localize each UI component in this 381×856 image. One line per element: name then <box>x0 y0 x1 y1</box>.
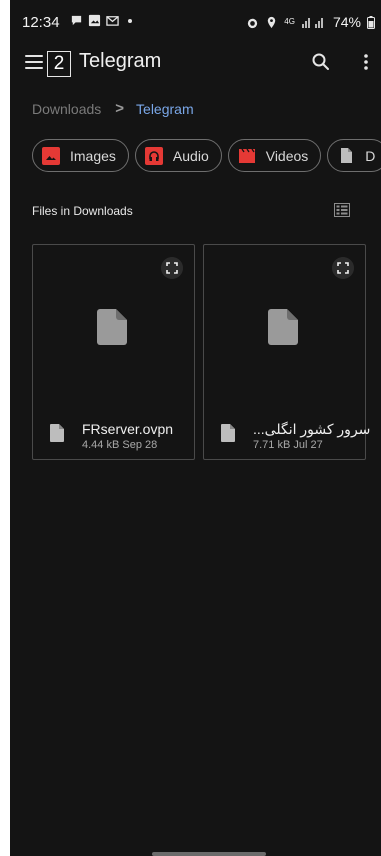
app-bar: 2 Telegram <box>10 44 381 84</box>
expand-preview-icon[interactable] <box>332 257 354 279</box>
chip-label: Images <box>70 147 116 164</box>
breadcrumb-downloads[interactable]: Downloads <box>32 101 101 117</box>
page-title: Telegram <box>79 50 162 72</box>
chip-label: Audio <box>172 147 209 164</box>
system-icons: 4G 74% <box>246 14 375 30</box>
gallery-icon <box>88 14 101 27</box>
gmail-icon <box>106 16 119 26</box>
file-name: FRserver.ovpn <box>82 421 174 437</box>
chip-images[interactable]: Images <box>32 139 129 172</box>
chip-documents[interactable]: D <box>327 139 381 172</box>
network-type: 4G <box>284 17 295 26</box>
file-name: سرور کشور انگلی... <box>253 421 371 437</box>
file-preview-icon <box>97 309 127 345</box>
video-icon <box>238 147 256 165</box>
notification-icons <box>70 14 132 27</box>
audio-icon <box>144 146 163 165</box>
file-preview-icon <box>268 309 298 345</box>
status-time: 12:34 <box>22 14 60 31</box>
section-title: Files in Downloads <box>32 204 133 218</box>
chip-label: D <box>365 147 376 164</box>
file-card[interactable]: سرور کشور انگلی... 7.71 kB Jul 27 <box>203 244 370 460</box>
file-meta: 7.71 kB Jul 27 <box>253 439 323 451</box>
file-type-icon <box>50 424 64 442</box>
signal-icon <box>301 18 323 28</box>
file-meta: 4.44 kB Sep 28 <box>82 439 158 451</box>
home-indicator[interactable] <box>152 852 266 856</box>
image-icon <box>42 146 60 165</box>
chat-bubble-icon <box>71 15 82 26</box>
filter-chips: Images Audio Videos D <box>32 139 381 172</box>
battery-percent: 74% <box>332 14 361 30</box>
location-icon <box>268 16 276 28</box>
hamburger-menu-icon[interactable] <box>25 55 43 69</box>
step-number-badge: 2 <box>47 51 71 77</box>
chevron-right-icon: > <box>115 100 125 117</box>
breadcrumb-telegram[interactable]: Telegram <box>136 101 194 117</box>
list-view-icon[interactable] <box>334 203 350 217</box>
battery-icon <box>367 15 375 29</box>
search-icon[interactable] <box>311 52 331 72</box>
alarm-icon <box>248 18 258 28</box>
chip-videos[interactable]: Videos <box>227 139 322 172</box>
document-icon <box>337 147 355 165</box>
more-notifications-dot <box>128 18 132 23</box>
file-card[interactable]: FRserver.ovpn 4.44 kB Sep 28 <box>32 244 195 460</box>
chip-label: Videos <box>265 147 309 164</box>
screen: 12:34 4G 74% 2 Telegram Downloads > Tele… <box>10 0 381 856</box>
chip-audio[interactable]: Audio <box>134 139 222 172</box>
expand-preview-icon[interactable] <box>161 257 183 279</box>
more-options-icon[interactable] <box>363 52 369 72</box>
status-bar: 12:34 4G 74% <box>10 0 381 44</box>
file-type-icon <box>221 424 235 442</box>
breadcrumb: Downloads > Telegram <box>32 100 194 117</box>
